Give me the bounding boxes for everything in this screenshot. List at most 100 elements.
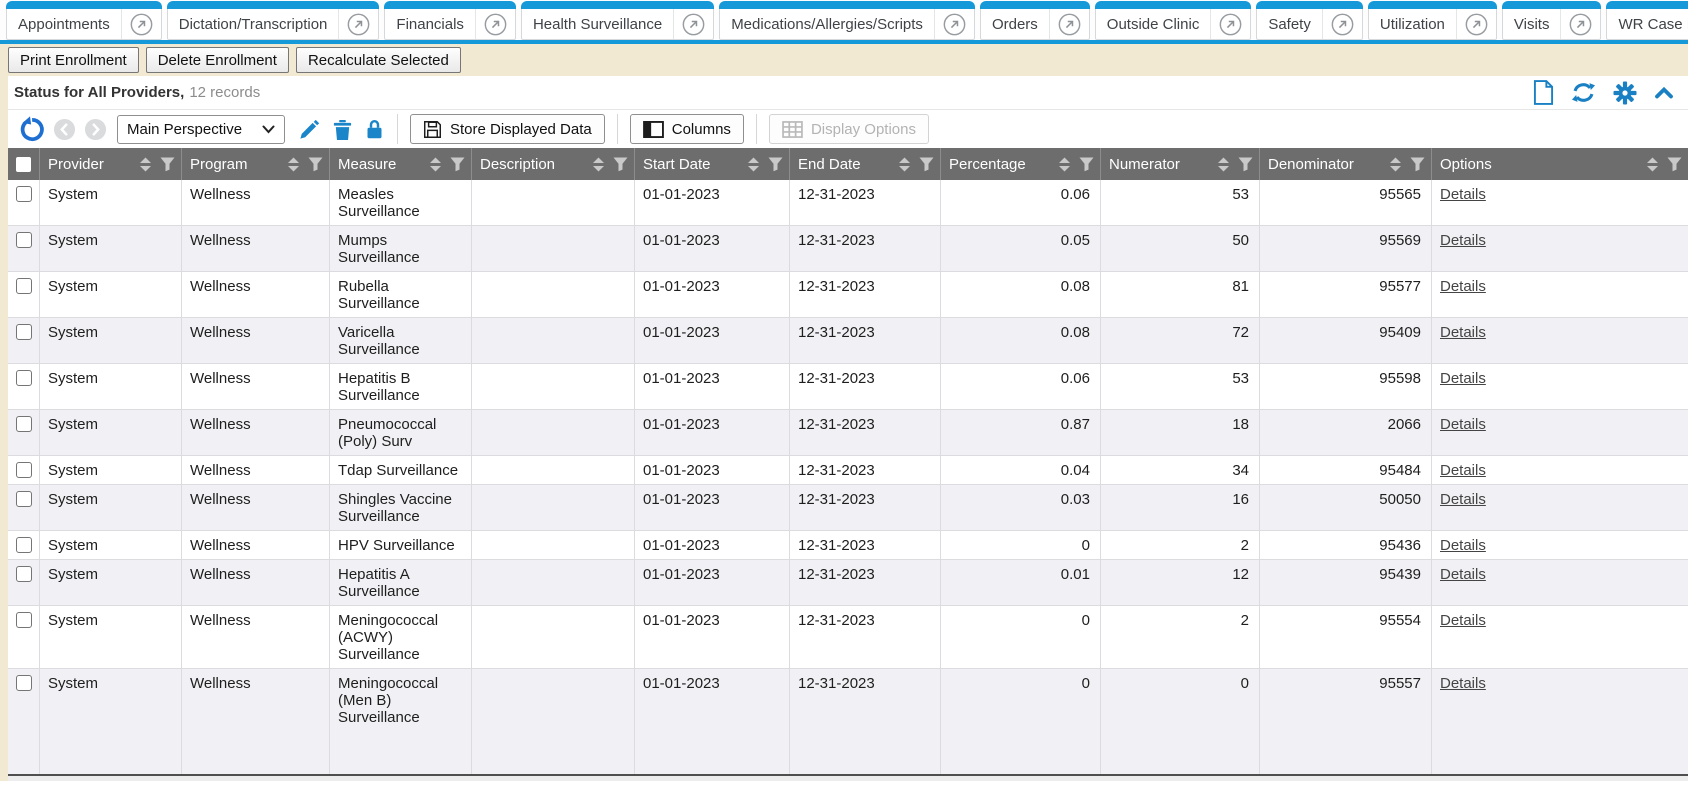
popout-arrow-icon[interactable] <box>484 13 507 36</box>
tab-financials[interactable]: Financials <box>384 1 516 40</box>
sort-icon[interactable] <box>747 157 760 172</box>
history-back-button[interactable] <box>53 118 76 141</box>
details-link[interactable]: Details <box>1440 324 1486 341</box>
tab-safety[interactable]: Safety <box>1256 1 1363 40</box>
sort-icon[interactable] <box>1058 157 1071 172</box>
filter-icon[interactable] <box>1079 157 1094 172</box>
row-checkbox[interactable] <box>16 675 32 691</box>
tab-popout-button[interactable] <box>122 13 161 36</box>
delete-perspective-button[interactable] <box>332 118 353 141</box>
row-checkbox[interactable] <box>16 186 32 202</box>
column-header-percentage[interactable]: Percentage <box>941 148 1101 180</box>
details-link[interactable]: Details <box>1440 232 1486 249</box>
tab-medications-allergies-scripts[interactable]: Medications/Allergies/Scripts <box>719 1 975 40</box>
popout-arrow-icon[interactable] <box>130 13 153 36</box>
delete-enrollment-button[interactable]: Delete Enrollment <box>146 47 289 73</box>
popout-arrow-icon[interactable] <box>943 13 966 36</box>
details-link[interactable]: Details <box>1440 537 1486 554</box>
popout-arrow-icon[interactable] <box>682 13 705 36</box>
lock-perspective-button[interactable] <box>364 118 385 141</box>
tab-dictation-transcription[interactable]: Dictation/Transcription <box>167 1 380 40</box>
row-checkbox[interactable] <box>16 491 32 507</box>
tab-popout-button[interactable] <box>476 13 515 36</box>
details-link[interactable]: Details <box>1440 675 1486 692</box>
perspective-select[interactable]: Main Perspective <box>117 115 285 144</box>
filter-icon[interactable] <box>1410 157 1425 172</box>
details-link[interactable]: Details <box>1440 462 1486 479</box>
tab-popout-button[interactable] <box>674 13 713 36</box>
collapse-chevron-up-icon[interactable] <box>1654 85 1674 100</box>
tab-orders[interactable]: Orders <box>980 1 1090 40</box>
undo-button[interactable] <box>18 116 45 143</box>
details-link[interactable]: Details <box>1440 491 1486 508</box>
history-forward-button[interactable] <box>84 118 107 141</box>
popout-arrow-icon[interactable] <box>1058 13 1081 36</box>
select-all-checkbox[interactable] <box>16 157 31 172</box>
sort-icon[interactable] <box>429 157 442 172</box>
column-header-description[interactable]: Description <box>472 148 635 180</box>
filter-icon[interactable] <box>450 157 465 172</box>
details-link[interactable]: Details <box>1440 416 1486 433</box>
tab-popout-button[interactable] <box>1323 13 1362 36</box>
filter-icon[interactable] <box>160 157 175 172</box>
sort-icon[interactable] <box>139 157 152 172</box>
sort-icon[interactable] <box>1389 157 1402 172</box>
tab-appointments[interactable]: Appointments <box>6 1 162 40</box>
tab-popout-button[interactable] <box>1561 13 1600 36</box>
recalculate-selected-button[interactable]: Recalculate Selected <box>296 47 461 73</box>
sort-icon[interactable] <box>1217 157 1230 172</box>
popout-arrow-icon[interactable] <box>347 13 370 36</box>
tab-utilization[interactable]: Utilization <box>1368 1 1497 40</box>
print-enrollment-button[interactable]: Print Enrollment <box>8 47 139 73</box>
column-header-provider[interactable]: Provider <box>40 148 182 180</box>
row-checkbox[interactable] <box>16 612 32 628</box>
tab-wr-case-mgmt[interactable]: WR Case Mgmt <box>1606 1 1688 40</box>
row-checkbox[interactable] <box>16 278 32 294</box>
details-link[interactable]: Details <box>1440 278 1486 295</box>
edit-perspective-button[interactable] <box>298 118 321 141</box>
sort-icon[interactable] <box>287 157 300 172</box>
column-header-options[interactable]: Options <box>1432 148 1688 180</box>
sort-icon[interactable] <box>592 157 605 172</box>
tab-popout-button[interactable] <box>1457 13 1496 36</box>
new-document-icon[interactable] <box>1533 80 1554 105</box>
row-checkbox[interactable] <box>16 232 32 248</box>
column-header-end-date[interactable]: End Date <box>790 148 941 180</box>
row-checkbox[interactable] <box>16 566 32 582</box>
popout-arrow-icon[interactable] <box>1219 13 1242 36</box>
row-checkbox[interactable] <box>16 462 32 478</box>
store-displayed-data-button[interactable]: Store Displayed Data <box>410 114 605 144</box>
column-header-measure[interactable]: Measure <box>330 148 472 180</box>
column-header-program[interactable]: Program <box>182 148 330 180</box>
row-checkbox[interactable] <box>16 370 32 386</box>
tab-health-surveillance[interactable]: Health Surveillance <box>521 1 714 40</box>
popout-arrow-icon[interactable] <box>1331 13 1354 36</box>
refresh-icon[interactable] <box>1571 80 1596 105</box>
tab-popout-button[interactable] <box>1050 13 1089 36</box>
details-link[interactable]: Details <box>1440 370 1486 387</box>
details-link[interactable]: Details <box>1440 186 1486 203</box>
details-link[interactable]: Details <box>1440 612 1486 629</box>
column-header-denominator[interactable]: Denominator <box>1260 148 1432 180</box>
filter-icon[interactable] <box>308 157 323 172</box>
tab-popout-button[interactable] <box>339 13 378 36</box>
popout-arrow-icon[interactable] <box>1569 13 1592 36</box>
sort-icon[interactable] <box>898 157 911 172</box>
settings-gear-icon[interactable] <box>1613 81 1637 105</box>
row-checkbox[interactable] <box>16 537 32 553</box>
column-header-start-date[interactable]: Start Date <box>635 148 790 180</box>
filter-icon[interactable] <box>919 157 934 172</box>
filter-icon[interactable] <box>1238 157 1253 172</box>
popout-arrow-icon[interactable] <box>1465 13 1488 36</box>
columns-button[interactable]: Columns <box>630 114 744 144</box>
tab-popout-button[interactable] <box>1211 13 1250 36</box>
filter-icon[interactable] <box>1667 157 1682 172</box>
filter-icon[interactable] <box>768 157 783 172</box>
column-header-numerator[interactable]: Numerator <box>1101 148 1260 180</box>
filter-icon[interactable] <box>613 157 628 172</box>
sort-icon[interactable] <box>1646 157 1659 172</box>
tab-visits[interactable]: Visits <box>1502 1 1602 40</box>
row-checkbox[interactable] <box>16 416 32 432</box>
row-checkbox[interactable] <box>16 324 32 340</box>
horizontal-scrollbar-track[interactable] <box>8 776 1688 781</box>
